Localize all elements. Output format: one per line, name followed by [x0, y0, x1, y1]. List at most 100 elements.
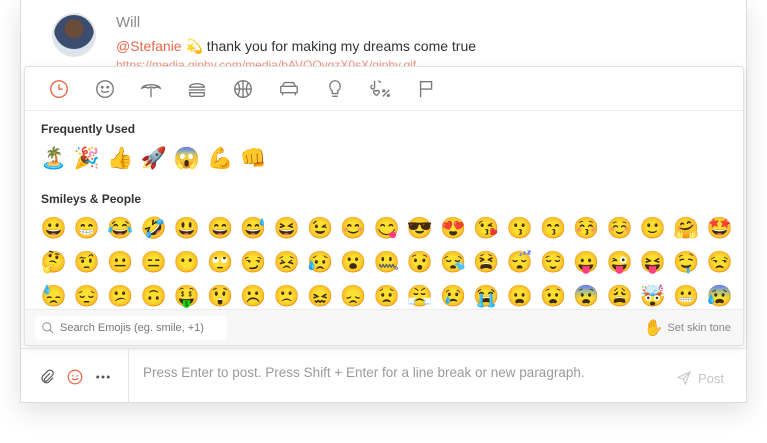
emoji-button[interactable]: 😆: [270, 213, 303, 243]
emoji-button[interactable]: 🤑: [170, 281, 203, 311]
emoji-button[interactable]: 🎉: [70, 143, 103, 173]
emoji-button[interactable]: 😏: [237, 247, 270, 277]
emoji-button[interactable]: 😴: [503, 247, 536, 277]
emoji-button[interactable]: 😖: [303, 281, 336, 311]
emoji-button[interactable]: 😒: [703, 247, 736, 277]
emoji-button[interactable]: 🙁: [270, 281, 303, 311]
emoji-button[interactable]: 🤗: [670, 213, 703, 243]
emoji-button[interactable]: 😅: [237, 213, 270, 243]
emoji-button[interactable]: 😨: [570, 281, 603, 311]
emoji-search-input[interactable]: [60, 322, 220, 334]
emoji-button[interactable]: 😍: [437, 213, 470, 243]
emoji-button[interactable]: 😮: [337, 247, 370, 277]
tab-travel[interactable]: [271, 74, 307, 104]
emoji-button[interactable]: 🤣: [137, 213, 170, 243]
composer-tools: [21, 349, 129, 404]
emoji-button[interactable]: 😙: [536, 213, 569, 243]
emoji-button[interactable]: 🤐: [370, 247, 403, 277]
emoji-button[interactable]: 😜: [603, 247, 636, 277]
emoji-button[interactable]: 😞: [337, 281, 370, 311]
emoji-button[interactable]: 😣: [270, 247, 303, 277]
emoji-button[interactable]: 😌: [536, 247, 569, 277]
emoji-button[interactable]: 😉: [303, 213, 336, 243]
tab-recent[interactable]: [41, 74, 77, 104]
emoji-button[interactable]: 🙄: [203, 247, 236, 277]
emoji-button[interactable]: ☺️: [603, 213, 636, 243]
emoji-button[interactable]: 🙃: [137, 281, 170, 311]
emoji-button[interactable]: 👍: [104, 143, 137, 173]
tab-objects[interactable]: [317, 74, 353, 104]
tab-nature[interactable]: [133, 74, 169, 104]
emoji-button[interactable]: 😤: [403, 281, 436, 311]
emoji-button[interactable]: 🤯: [636, 281, 669, 311]
emoji-button[interactable]: 😪: [437, 247, 470, 277]
emoji-button[interactable]: 💪: [203, 143, 236, 173]
emoji-button[interactable]: 😘: [470, 213, 503, 243]
emoji-button[interactable]: [65, 367, 85, 387]
emoji-button[interactable]: 🤩: [703, 213, 736, 243]
emoji-button[interactable]: 😕: [104, 281, 137, 311]
emoji-button[interactable]: 😩: [603, 281, 636, 311]
emoji-button[interactable]: 🤔: [37, 247, 70, 277]
emoji-button[interactable]: ☹️: [237, 281, 270, 311]
emoji-button[interactable]: 😧: [536, 281, 569, 311]
emoji-button[interactable]: 😦: [503, 281, 536, 311]
emoji-button[interactable]: 😂: [104, 213, 137, 243]
emoji-button[interactable]: 😗: [503, 213, 536, 243]
message-input[interactable]: Press Enter to post. Press Shift + Enter…: [143, 365, 585, 380]
smileys-row: 😀 😁 😂 🤣 😃 😄 😅 😆 😉 😊 😋 😎 😍 😘 😗 😙 😚 ☺️ 🙂 🤗 🤩: [37, 213, 736, 243]
emoji-button[interactable]: 🤤: [670, 247, 703, 277]
emoji-button[interactable]: 😯: [403, 247, 436, 277]
mention[interactable]: @Stefanie: [116, 38, 182, 54]
tab-activity[interactable]: [225, 74, 261, 104]
emoji-button[interactable]: 😓: [37, 281, 70, 311]
emoji-search[interactable]: [35, 316, 227, 340]
emoji-button[interactable]: 😫: [470, 247, 503, 277]
tab-flags[interactable]: [409, 74, 445, 104]
emoji-button[interactable]: 😔: [70, 281, 103, 311]
emoji-button[interactable]: 🤨: [70, 247, 103, 277]
emoji-button[interactable]: 🚀: [137, 143, 170, 173]
emoji-button[interactable]: 😢: [437, 281, 470, 311]
emoji-button[interactable]: 😭: [470, 281, 503, 311]
objects-icon: [329, 79, 341, 97]
category-bar: [25, 67, 743, 111]
post-button[interactable]: Post: [676, 370, 724, 386]
emoji-button[interactable]: 😃: [170, 213, 203, 243]
tab-symbols[interactable]: [363, 74, 399, 104]
avatar[interactable]: [52, 13, 96, 57]
smileys-row: 🤔 🤨 😐 😑 😶 🙄 😏 😣 😥 😮 🤐 😯 😪 😫 😴 😌 😛 😜 😝 🤤 😒: [37, 247, 736, 277]
frequent-row: 🏝️ 🎉 👍 🚀 😱 💪 👊: [37, 143, 270, 173]
emoji-button[interactable]: 😎: [403, 213, 436, 243]
emoji-button[interactable]: 😑: [137, 247, 170, 277]
skin-tone-button[interactable]: ✋ Set skin tone: [643, 318, 731, 338]
emoji-button[interactable]: 😱: [170, 143, 203, 173]
emoji-button[interactable]: 😥: [303, 247, 336, 277]
emoji-button[interactable]: 😶: [170, 247, 203, 277]
emoji-button[interactable]: 👊: [237, 143, 270, 173]
smiley-icon: [67, 369, 82, 384]
emoji-button[interactable]: 😛: [570, 247, 603, 277]
attach-button[interactable]: [37, 367, 57, 387]
picker-footer: ✋ Set skin tone: [25, 309, 743, 345]
tab-food[interactable]: [179, 74, 215, 104]
emoji-button[interactable]: 🙂: [636, 213, 669, 243]
emoji-button[interactable]: 😄: [203, 213, 236, 243]
emoji-button[interactable]: 😰: [703, 281, 736, 311]
emoji-button[interactable]: 😀: [37, 213, 70, 243]
emoji-button[interactable]: 🏝️: [37, 143, 70, 173]
emoji-button[interactable]: 😝: [636, 247, 669, 277]
emoji-button[interactable]: 😚: [570, 213, 603, 243]
tab-smileys[interactable]: [87, 74, 123, 104]
emoji-button[interactable]: 😁: [70, 213, 103, 243]
travel-icon: [280, 81, 298, 95]
emoji-button[interactable]: 😟: [370, 281, 403, 311]
emoji-button[interactable]: 😊: [337, 213, 370, 243]
chat-card: Will @Stefanie 💫 thank you for making my…: [20, 0, 748, 404]
emoji-button[interactable]: 😐: [104, 247, 137, 277]
emoji-button[interactable]: 😲: [203, 281, 236, 311]
emoji-button[interactable]: 😋: [370, 213, 403, 243]
more-button[interactable]: [93, 367, 113, 387]
message-author[interactable]: Will: [116, 14, 140, 31]
emoji-button[interactable]: 😬: [670, 281, 703, 311]
